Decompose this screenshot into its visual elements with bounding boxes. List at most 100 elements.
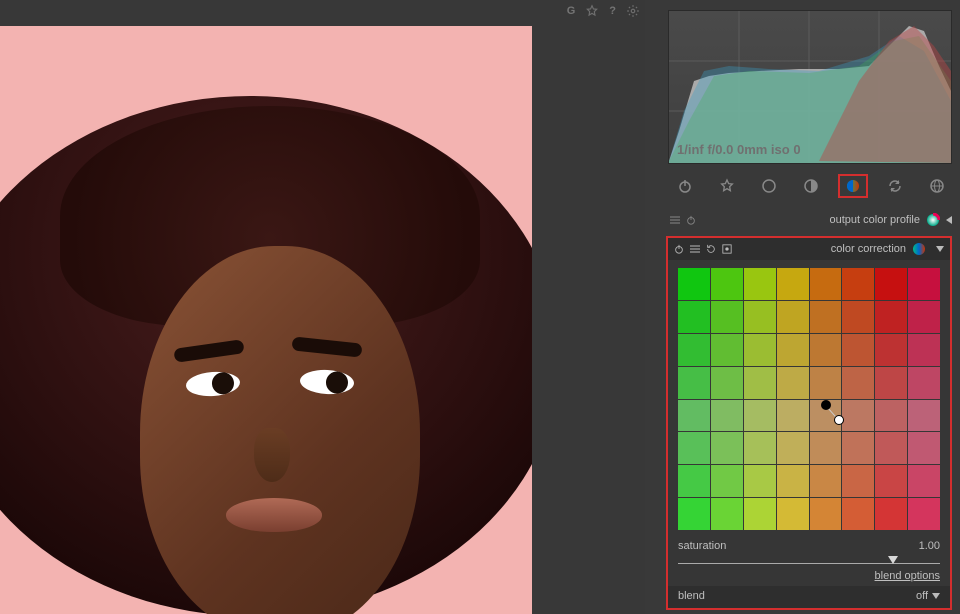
color-cell[interactable]	[777, 432, 809, 464]
color-cell[interactable]	[711, 400, 743, 432]
color-cell[interactable]	[678, 301, 710, 333]
power-icon[interactable]	[674, 244, 684, 254]
gear-icon[interactable]	[626, 4, 640, 18]
color-cell[interactable]	[777, 400, 809, 432]
g-icon[interactable]: G	[567, 5, 576, 17]
color-cell[interactable]	[678, 268, 710, 300]
color-cell[interactable]	[678, 465, 710, 497]
blend-row[interactable]: blend off	[668, 586, 950, 608]
color-cell[interactable]	[744, 301, 776, 333]
color-cell[interactable]	[842, 334, 874, 366]
blend-options-link[interactable]: blend options	[668, 570, 950, 586]
color-cell[interactable]	[711, 334, 743, 366]
module-tab-color-circle[interactable]	[838, 174, 868, 198]
help-icon[interactable]: ?	[609, 5, 616, 17]
color-cell[interactable]	[744, 465, 776, 497]
color-cell[interactable]	[875, 400, 907, 432]
color-wheel-icon[interactable]	[926, 213, 940, 227]
blend-label: blend	[678, 590, 705, 602]
color-cell[interactable]	[842, 432, 874, 464]
color-board[interactable]	[678, 268, 940, 530]
color-cell[interactable]	[875, 268, 907, 300]
module-tab-power[interactable]	[670, 174, 700, 198]
color-cell[interactable]	[711, 432, 743, 464]
viewer-top-toolbar: G ?	[0, 0, 652, 22]
reset-icon[interactable]	[706, 244, 716, 254]
color-cell[interactable]	[908, 334, 940, 366]
color-cell[interactable]	[875, 432, 907, 464]
color-cell[interactable]	[842, 498, 874, 530]
output-color-profile-row[interactable]: output color profile	[670, 208, 952, 232]
color-cell[interactable]	[711, 465, 743, 497]
color-cell[interactable]	[711, 301, 743, 333]
image-viewer-pane: G ?	[0, 0, 645, 614]
color-cell[interactable]	[810, 432, 842, 464]
color-correction-panel: color correction saturation 1.00 blend o…	[666, 236, 952, 610]
color-cell[interactable]	[777, 498, 809, 530]
hamburger-icon[interactable]	[690, 244, 700, 254]
color-cell[interactable]	[908, 367, 940, 399]
color-cell[interactable]	[744, 268, 776, 300]
color-cell[interactable]	[678, 400, 710, 432]
color-cell[interactable]	[908, 268, 940, 300]
power-icon[interactable]	[686, 215, 696, 225]
module-tab-sync[interactable]	[880, 174, 910, 198]
color-cell[interactable]	[744, 334, 776, 366]
color-cell[interactable]	[777, 367, 809, 399]
color-cell[interactable]	[744, 400, 776, 432]
color-cell[interactable]	[711, 498, 743, 530]
color-cell[interactable]	[810, 367, 842, 399]
color-cell[interactable]	[842, 268, 874, 300]
histogram-graph	[669, 11, 951, 163]
output-color-profile-label: output color profile	[830, 214, 921, 226]
color-cell[interactable]	[810, 498, 842, 530]
color-cell[interactable]	[875, 301, 907, 333]
color-cell[interactable]	[842, 367, 874, 399]
color-cell[interactable]	[711, 367, 743, 399]
hamburger-icon[interactable]	[670, 215, 680, 225]
module-tab-globe[interactable]	[922, 174, 952, 198]
color-cell[interactable]	[842, 301, 874, 333]
color-cell[interactable]	[908, 400, 940, 432]
color-cell[interactable]	[875, 498, 907, 530]
color-cell[interactable]	[678, 498, 710, 530]
color-cell[interactable]	[810, 301, 842, 333]
color-cell[interactable]	[842, 465, 874, 497]
preset-icon[interactable]	[722, 244, 732, 254]
color-cell[interactable]	[810, 334, 842, 366]
color-cell[interactable]	[875, 367, 907, 399]
module-tab-star[interactable]	[712, 174, 742, 198]
color-cell[interactable]	[777, 334, 809, 366]
color-cell[interactable]	[744, 432, 776, 464]
color-correction-header[interactable]: color correction	[668, 238, 950, 260]
color-cell[interactable]	[678, 432, 710, 464]
color-cell[interactable]	[678, 334, 710, 366]
color-cell[interactable]	[678, 367, 710, 399]
color-cell[interactable]	[875, 334, 907, 366]
color-cell[interactable]	[711, 268, 743, 300]
chevron-down-icon[interactable]	[932, 593, 940, 599]
saturation-slider[interactable]	[678, 554, 940, 568]
color-cell[interactable]	[777, 301, 809, 333]
color-cell[interactable]	[908, 301, 940, 333]
color-cell[interactable]	[908, 465, 940, 497]
color-cell[interactable]	[842, 400, 874, 432]
chevron-down-icon[interactable]	[936, 246, 944, 252]
color-correction-title: color correction	[831, 243, 906, 255]
color-cell[interactable]	[777, 465, 809, 497]
color-wheel-icon[interactable]	[912, 242, 926, 256]
collapse-icon[interactable]	[946, 216, 952, 224]
color-cell[interactable]	[908, 498, 940, 530]
color-cell[interactable]	[744, 367, 776, 399]
color-cell[interactable]	[908, 432, 940, 464]
color-cell[interactable]	[875, 465, 907, 497]
module-tab-circle-half[interactable]	[796, 174, 826, 198]
histogram[interactable]: 1/inf f/0.0 0mm iso 0	[668, 10, 952, 164]
color-cell[interactable]	[810, 465, 842, 497]
preview-image[interactable]	[0, 26, 532, 614]
color-cell[interactable]	[744, 498, 776, 530]
color-cell[interactable]	[810, 268, 842, 300]
module-tab-circle-outline[interactable]	[754, 174, 784, 198]
star-icon[interactable]	[585, 4, 599, 18]
color-cell[interactable]	[777, 268, 809, 300]
